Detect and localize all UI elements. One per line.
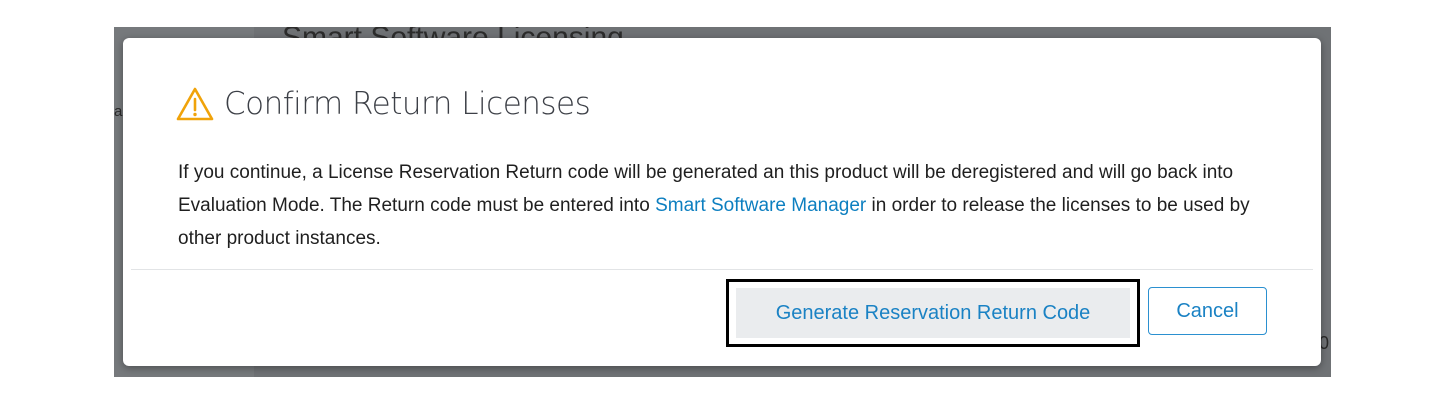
footer-divider [131,269,1313,270]
dialog-title: Confirm Return Licenses [224,86,591,122]
cancel-button[interactable]: Cancel [1148,287,1267,335]
background-text-fragment: a [114,103,123,120]
warning-triangle-icon [176,86,214,122]
confirm-return-licenses-dialog: Confirm Return Licenses If you continue,… [123,38,1321,366]
highlight-box: Generate Reservation Return Code [726,279,1140,347]
generate-reservation-return-code-button[interactable]: Generate Reservation Return Code [736,288,1130,338]
dialog-message: If you continue, a License Reservation R… [178,156,1288,255]
smart-software-manager-link[interactable]: Smart Software Manager [655,195,866,216]
dialog-header: Confirm Return Licenses [176,86,591,122]
